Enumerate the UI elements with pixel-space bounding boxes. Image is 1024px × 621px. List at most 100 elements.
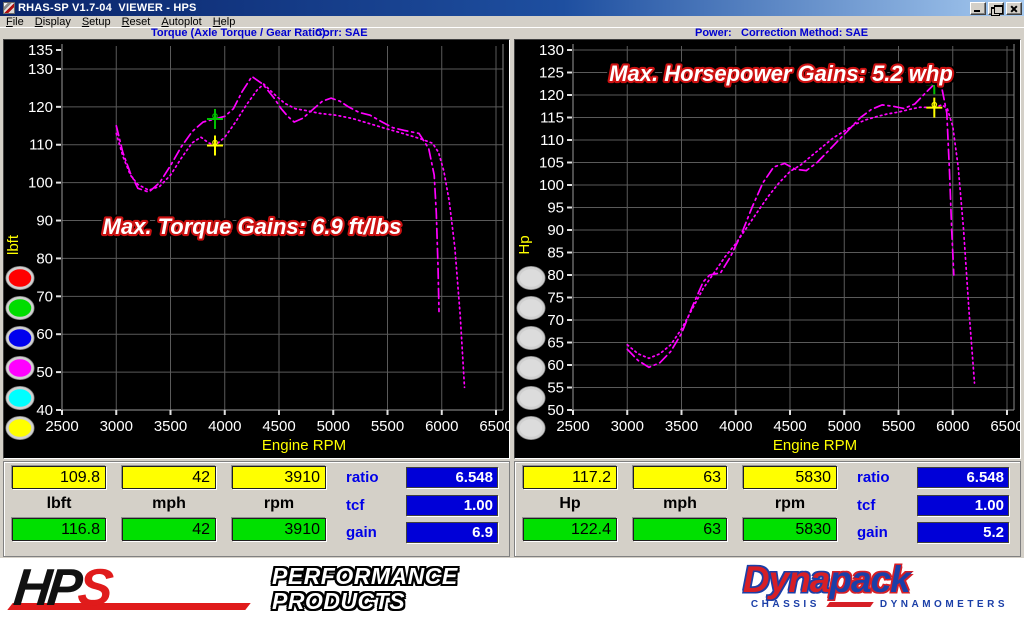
power-readout-panel: 117.2 63 5830 Hp mph rpm 122.4 63 5830 r… [514, 461, 1021, 557]
x-tick-label: 5000 [828, 418, 861, 435]
gain-value: 6.9 [406, 522, 498, 543]
x-tick-label: 5500 [371, 418, 404, 435]
modified-speed-value: 42 [122, 518, 216, 541]
modified-rpm-value: 5830 [743, 518, 837, 541]
y-tick-label: 125 [539, 65, 564, 82]
modified-cursor-marker [207, 109, 223, 129]
torque-unit-label: lbft [12, 495, 106, 513]
x-axis-title: Engine RPM [773, 437, 857, 454]
y-tick-label: 70 [36, 288, 53, 305]
app-window: RHAS-SP V1.7-04 VIEWER - HPS FileDisplay… [0, 0, 1024, 621]
swatch-trace-button-2[interactable] [517, 297, 545, 320]
baseline-power-curve [627, 105, 974, 383]
charts-row: 1351301201101009080706050402500300035004… [0, 39, 1024, 459]
tcf-value: 1.00 [917, 495, 1009, 516]
x-tick-label: 4000 [719, 418, 752, 435]
app-icon [3, 2, 15, 14]
dynapack-logo-pack: pack [829, 559, 909, 600]
x-tick-label: 2500 [556, 418, 589, 435]
tcf-label: tcf [857, 497, 875, 514]
annotation-text: Max. Horsepower Gains: 5.2 whp [609, 61, 953, 86]
y-tick-label: 90 [547, 222, 564, 239]
menu-display[interactable]: Display [35, 16, 71, 28]
ratio-label: ratio [346, 469, 379, 486]
hps-tagline-line2: PRODUCTS [272, 589, 458, 614]
y-tick-label: 80 [36, 250, 53, 267]
y-tick-label: 80 [547, 267, 564, 284]
baseline-speed-value: 42 [122, 466, 216, 489]
baseline-cursor-marker [207, 135, 223, 155]
gain-label: gain [346, 524, 377, 541]
y-tick-label: 90 [36, 213, 53, 230]
hps-logo: HPS [14, 560, 264, 618]
baseline-speed-value: 63 [633, 466, 727, 489]
x-tick-label: 6500 [479, 418, 509, 435]
y-tick-label: 130 [539, 42, 564, 59]
y-tick-label: 100 [539, 177, 564, 194]
y-tick-label: 120 [28, 99, 53, 116]
y-tick-label: 60 [547, 357, 564, 374]
gain-value: 5.2 [917, 522, 1009, 543]
hps-logo-s: S [75, 559, 112, 617]
swatch-red[interactable] [6, 267, 34, 290]
ratio-label: ratio [857, 469, 890, 486]
y-tick-label: 110 [29, 137, 53, 154]
swatch-cyan[interactable] [6, 387, 34, 410]
close-button[interactable] [1006, 2, 1022, 15]
baseline-power-value: 117.2 [523, 466, 617, 489]
swatch-yellow[interactable] [6, 417, 34, 440]
dynapack-sub-dynamometers: DYNAMOMETERS [880, 599, 1008, 610]
y-tick-label: 50 [36, 364, 53, 381]
rpm-unit-label: rpm [743, 495, 837, 513]
y-tick-label: 75 [547, 290, 564, 307]
modified-torque-value: 116.8 [12, 518, 106, 541]
power-chart: 1301251201151101051009590858075706560555… [515, 40, 1020, 458]
menu-help[interactable]: Help [213, 16, 236, 28]
dynapack-logo: Dynapack CHASSIS DYNAMOMETERS [743, 562, 1008, 610]
menu-setup[interactable]: Setup [82, 16, 111, 28]
swatch-trace-button-1[interactable] [517, 267, 545, 290]
y-tick-label: 115 [540, 110, 564, 127]
y-tick-label: 60 [36, 326, 53, 343]
speed-unit-label: mph [122, 495, 216, 513]
x-tick-label: 5500 [882, 418, 915, 435]
swatch-blue[interactable] [6, 327, 34, 350]
swatch-trace-button-5[interactable] [517, 387, 545, 410]
menu-reset[interactable]: Reset [122, 16, 151, 28]
menu-autoplot[interactable]: Autoplot [161, 16, 201, 28]
restore-button[interactable] [988, 2, 1004, 15]
y-tick-label: 95 [547, 200, 564, 217]
x-tick-label: 6500 [990, 418, 1020, 435]
dynapack-sub-chassis: CHASSIS [751, 599, 820, 610]
swatch-magenta[interactable] [6, 357, 34, 380]
swatch-trace-button-4[interactable] [517, 357, 545, 380]
x-tick-label: 6000 [936, 418, 969, 435]
hps-tagline: PERFORMANCE PRODUCTS [272, 564, 458, 614]
y-tick-label: 110 [540, 132, 564, 149]
swatch-green[interactable] [6, 297, 34, 320]
torque-header-title: Torque (Axle Torque / Gear Ratio): [151, 27, 329, 39]
readouts-row: 109.8 42 3910 lbft mph rpm 116.8 42 3910… [0, 461, 1024, 557]
swatch-trace-button-6[interactable] [517, 417, 545, 440]
power-unit-label: Hp [523, 495, 617, 513]
x-tick-label: 3000 [611, 418, 644, 435]
y-tick-label: 130 [28, 61, 53, 78]
baseline-torque-value: 109.8 [12, 466, 106, 489]
modified-speed-value: 63 [633, 518, 727, 541]
power-chart-panel: 1301251201151101051009590858075706560555… [514, 39, 1021, 459]
power-header-title: Power: [695, 27, 732, 39]
rpm-unit-label: rpm [232, 495, 326, 513]
torque-chart: 1351301201101009080706050402500300035004… [4, 40, 509, 458]
y-axis-title: Hp [516, 235, 533, 254]
y-tick-label: 135 [28, 42, 53, 59]
minimize-button[interactable] [970, 2, 986, 15]
swatch-trace-button-3[interactable] [517, 327, 545, 350]
menu-file[interactable]: File [6, 16, 24, 28]
y-tick-label: 70 [547, 312, 564, 329]
x-tick-label: 4000 [208, 418, 241, 435]
x-tick-label: 6000 [425, 418, 458, 435]
y-tick-label: 120 [539, 87, 564, 104]
modified-torque-curve [116, 77, 439, 312]
power-panel-header: Power: Correction Method: SAE [514, 28, 1021, 39]
speed-unit-label: mph [633, 495, 727, 513]
